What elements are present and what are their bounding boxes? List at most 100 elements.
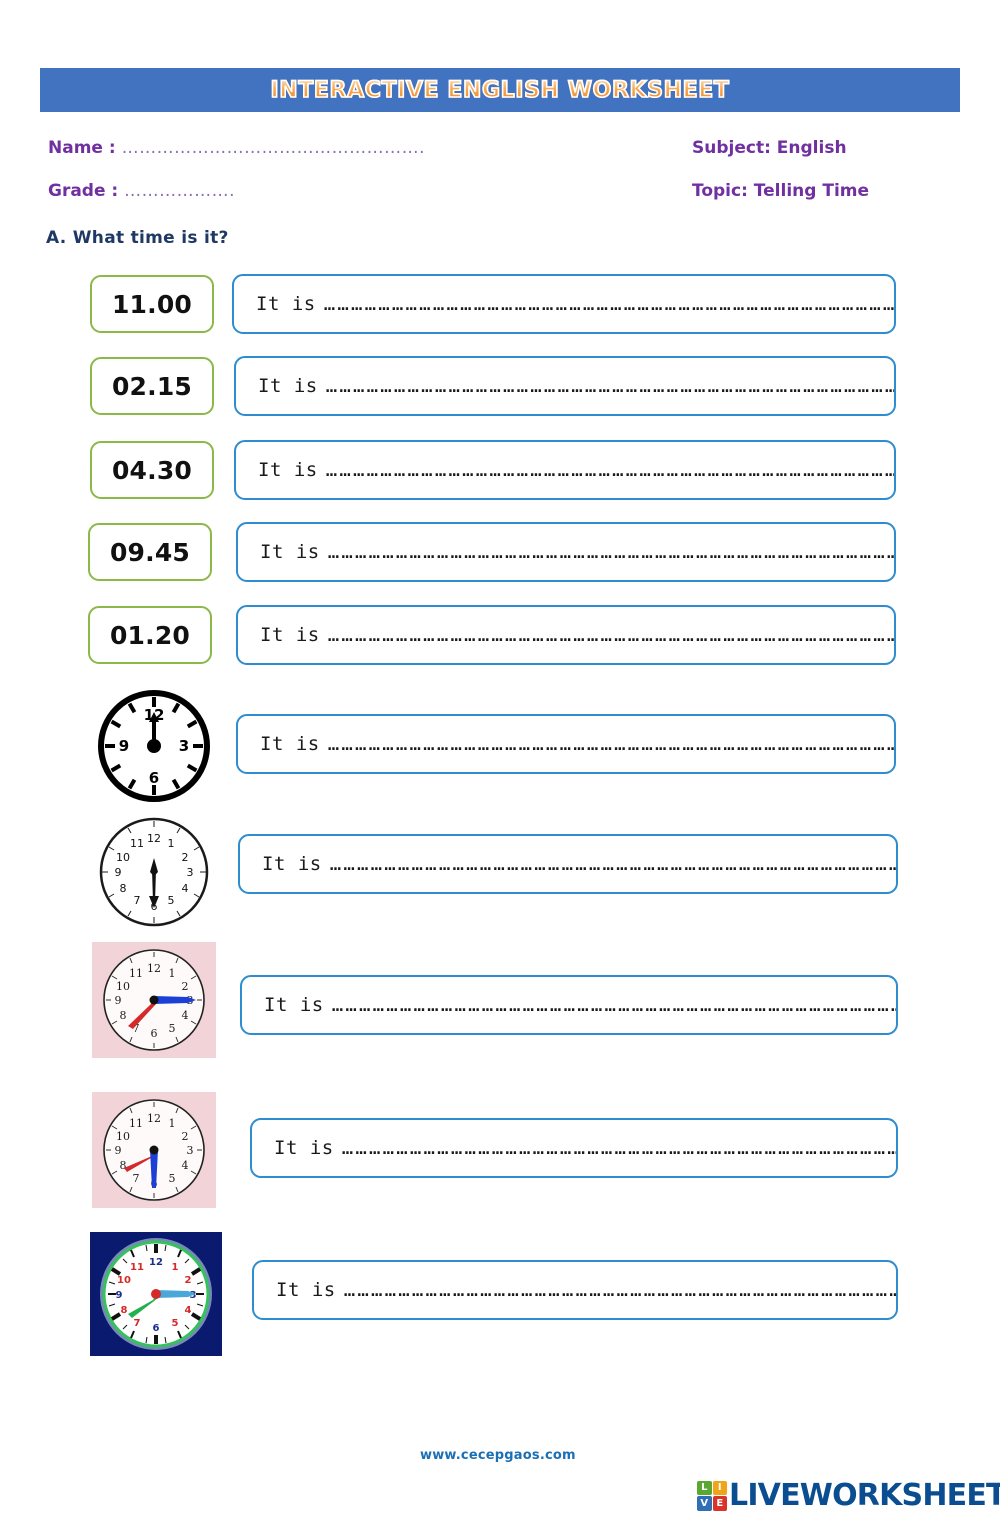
answer-box-7[interactable]: It is …………………………………………………………………………………………… <box>238 834 898 894</box>
liveworksheets-wordmark: LIVEWORKSHEETS <box>729 1478 1000 1513</box>
answer-prefix-4: It is <box>260 541 320 563</box>
answer-line-1[interactable]: …………………………………………………………………………………………………………… <box>324 293 894 315</box>
time-label-2: 02.15 <box>111 371 193 401</box>
svg-text:10: 10 <box>116 1130 130 1143</box>
liveworksheets-logo-icon: L I V E <box>697 1480 727 1511</box>
svg-text:4: 4 <box>182 1159 189 1172</box>
svg-text:7: 7 <box>134 894 141 907</box>
svg-text:4: 4 <box>182 1009 189 1022</box>
answer-box-5[interactable]: It is …………………………………………………………………………………………… <box>236 605 896 665</box>
svg-text:10: 10 <box>116 980 130 993</box>
answer-box-1[interactable]: It is …………………………………………………………………………………………… <box>232 274 896 334</box>
svg-text:3: 3 <box>187 866 194 879</box>
answer-box-9[interactable]: It is …………………………………………………………………………………………… <box>250 1118 898 1178</box>
time-label-3: 04.30 <box>111 455 193 485</box>
answer-prefix-9: It is <box>274 1137 334 1159</box>
name-input-line[interactable]: ……………………………………………. <box>122 138 425 158</box>
answer-prefix-10: It is <box>276 1279 336 1301</box>
svg-text:1: 1 <box>169 967 176 980</box>
svg-text:8: 8 <box>121 1305 128 1316</box>
svg-text:5: 5 <box>169 1172 176 1185</box>
answer-box-4[interactable]: It is …………………………………………………………………………………………… <box>236 522 896 582</box>
clock-pink-8-30-svg: 1212 345 678 91011 <box>92 1092 216 1208</box>
answer-line-7[interactable]: …………………………………………………………………………………………………………… <box>330 853 896 875</box>
clock-white-6-30-svg: 1212 345 678 91011 <box>99 817 209 927</box>
clock-image-6: 12 3 6 3 3 9 <box>86 686 222 806</box>
svg-text:12: 12 <box>147 962 161 975</box>
answer-line-5[interactable]: …………………………………………………………………………………………………………… <box>328 624 894 646</box>
time-box-5: 01.20 <box>88 606 212 664</box>
clock-image-10: 12 1 2 3 4 5 6 7 8 9 10 11 <box>90 1232 222 1356</box>
answer-box-6[interactable]: It is …………………………………………………………………………………………… <box>236 714 896 774</box>
answer-prefix-5: It is <box>260 624 320 646</box>
logo-cell-e: E <box>712 1496 727 1511</box>
svg-text:12: 12 <box>147 1112 161 1125</box>
answer-line-8[interactable]: …………………………………………………………………………………………………………… <box>332 994 896 1016</box>
section-heading: A. What time is it? <box>46 228 229 248</box>
svg-text:6: 6 <box>151 1027 158 1040</box>
answer-prefix-6: It is <box>260 733 320 755</box>
svg-text:12: 12 <box>149 1257 163 1268</box>
site-url[interactable]: www.cecepgaos.com <box>420 1448 576 1463</box>
logo-cell-l: L <box>697 1480 712 1495</box>
svg-text:2: 2 <box>185 1275 192 1286</box>
clock-image-8: 1212 345 678 91011 <box>92 942 216 1058</box>
svg-text:9: 9 <box>115 1144 122 1157</box>
svg-text:9: 9 <box>115 994 122 1007</box>
time-box-4: 09.45 <box>88 523 212 581</box>
svg-text:9: 9 <box>119 737 129 755</box>
grade-label: Grade : <box>48 181 119 201</box>
time-box-2: 02.15 <box>90 357 214 415</box>
svg-text:1: 1 <box>168 837 175 850</box>
answer-box-3[interactable]: It is …………………………………………………………………………………………… <box>234 440 896 500</box>
worksheet-title-bar: INTERACTIVE ENGLISH WORKSHEET <box>40 68 960 112</box>
page-title: INTERACTIVE ENGLISH WORKSHEET <box>270 77 730 104</box>
answer-line-3[interactable]: …………………………………………………………………………………………………………… <box>326 459 894 481</box>
time-box-3: 04.30 <box>90 441 214 499</box>
svg-text:2: 2 <box>182 851 189 864</box>
clock-image-9: 1212 345 678 91011 <box>92 1092 216 1208</box>
svg-text:12: 12 <box>147 832 161 845</box>
answer-prefix-8: It is <box>264 994 324 1016</box>
svg-text:4: 4 <box>185 1305 192 1316</box>
answer-prefix-2: It is <box>258 375 318 397</box>
svg-text:7: 7 <box>134 1318 141 1329</box>
svg-text:2: 2 <box>182 980 189 993</box>
answer-line-10[interactable]: …………………………………………………………………………………………………………… <box>344 1279 896 1301</box>
answer-line-2[interactable]: …………………………………………………………………………………………………………… <box>326 375 894 397</box>
svg-text:8: 8 <box>120 1159 127 1172</box>
answer-box-8[interactable]: It is …………………………………………………………………………………………… <box>240 975 898 1035</box>
answer-line-9[interactable]: …………………………………………………………………………………………………………… <box>342 1137 896 1159</box>
answer-box-10[interactable]: It is …………………………………………………………………………………………… <box>252 1260 898 1320</box>
liveworksheets-logo[interactable]: L I V E LIVEWORKSHEETS <box>697 1478 1000 1513</box>
answer-prefix-1: It is <box>256 293 316 315</box>
svg-text:9: 9 <box>116 1290 123 1301</box>
svg-text:8: 8 <box>120 882 127 895</box>
answer-box-2[interactable]: It is …………………………………………………………………………………………… <box>234 356 896 416</box>
clock-image-7: 1212 345 678 91011 <box>92 814 216 930</box>
answer-line-4[interactable]: …………………………………………………………………………………………………………… <box>328 541 894 563</box>
svg-text:9: 9 <box>115 866 122 879</box>
clock-black-outline-12-00-svg: 12 3 6 3 3 9 <box>98 690 210 802</box>
svg-text:10: 10 <box>117 1275 131 1286</box>
svg-text:1: 1 <box>172 1262 179 1273</box>
time-label-5: 01.20 <box>109 620 191 650</box>
svg-text:5: 5 <box>172 1318 179 1329</box>
grade-input-line[interactable]: ………………. <box>124 181 235 201</box>
svg-text:7: 7 <box>133 1172 140 1185</box>
svg-text:5: 5 <box>169 1022 176 1035</box>
svg-text:6: 6 <box>153 1323 160 1334</box>
time-label-1: 11.00 <box>111 289 193 319</box>
logo-cell-v: V <box>697 1496 712 1511</box>
svg-text:5: 5 <box>168 894 175 907</box>
answer-prefix-7: It is <box>262 853 322 875</box>
answer-line-6[interactable]: …………………………………………………………………………………………………………… <box>328 733 894 755</box>
svg-text:3: 3 <box>187 1144 194 1157</box>
svg-text:1: 1 <box>169 1117 176 1130</box>
grade-field-row: Grade : ………………. <box>48 181 235 201</box>
svg-text:11: 11 <box>129 1117 143 1130</box>
svg-text:2: 2 <box>182 1130 189 1143</box>
name-label: Name : <box>48 138 116 158</box>
svg-text:3: 3 <box>179 737 189 755</box>
svg-text:8: 8 <box>120 1009 127 1022</box>
